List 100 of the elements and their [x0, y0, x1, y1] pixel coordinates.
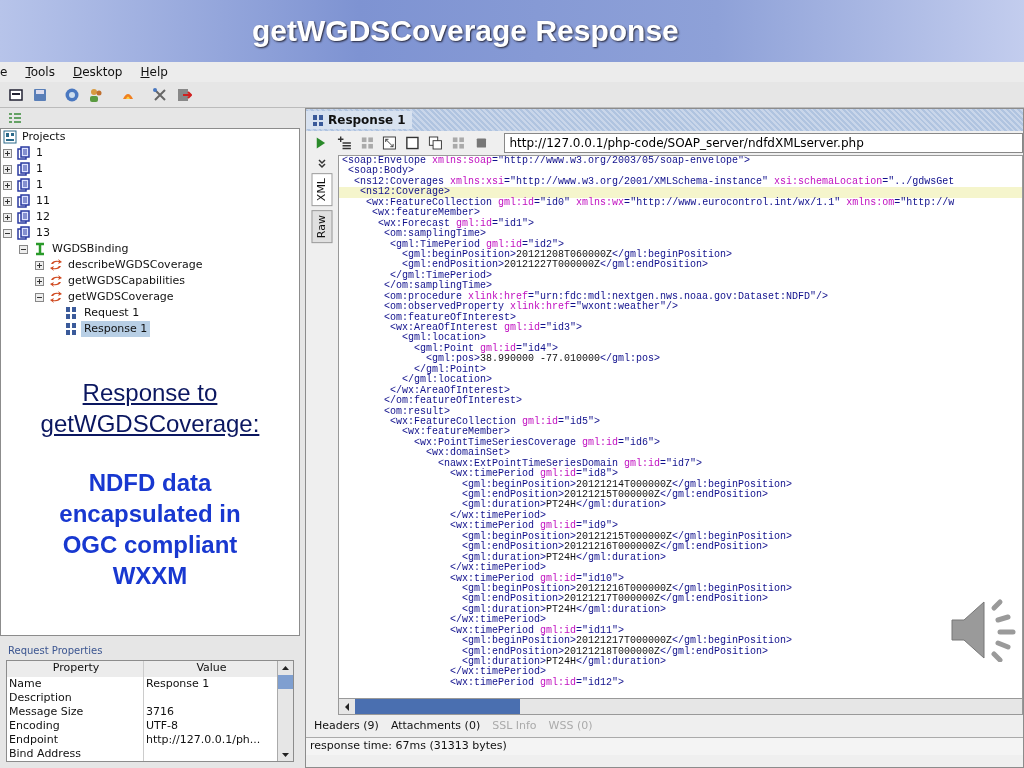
help-icon[interactable]	[64, 86, 80, 103]
menu-item[interactable]: Tools	[25, 63, 55, 81]
code-line: <om:result>	[383, 406, 451, 417]
tree-item[interactable]: getWGDSCoverage	[65, 289, 177, 305]
add-list-icon[interactable]	[336, 135, 352, 151]
code-line: <wx:timePeriod gml:id="id12">	[449, 677, 626, 689]
tree-item[interactable]: getWGDSCapabilities	[65, 273, 189, 289]
code-line: <nawx:ExtPointTimeSeriesDomain gml:id="id7">	[437, 458, 704, 469]
code-line: </om:samplingTime>	[383, 281, 493, 292]
code-line: <gml:TimePeriod gml:id="id2">	[390, 239, 566, 250]
save-icon[interactable]	[32, 86, 48, 103]
table-cell-text: 3716	[145, 705, 175, 719]
tree-item[interactable]: 12	[33, 209, 53, 225]
code-line: <wx:featureMember>	[401, 427, 511, 438]
scroll-bar[interactable]	[277, 661, 293, 761]
expand-icon[interactable]	[3, 164, 12, 174]
interface-icon	[33, 242, 47, 256]
code-line: <gml:pos>38.990000 -77.010000</gml:pos>	[425, 354, 662, 365]
speaker-icon[interactable]	[948, 598, 1018, 662]
document-icon	[17, 210, 31, 224]
exchange-icon	[49, 290, 63, 304]
code-line: <soap:Envelope xmlns:soap="http://www.w3.org/2003/05/soap-envelope">	[341, 156, 752, 167]
tools-icon[interactable]	[152, 86, 168, 103]
code-line: <wx:Forecast gml:id="id1">	[377, 218, 536, 229]
window-icon[interactable]	[8, 86, 24, 103]
tree-item[interactable]: WGDSBinding	[49, 241, 132, 257]
slide-text: NDFD data encapsulated in OGC compliant WXXM	[58, 468, 242, 591]
editor-tab[interactable]: Raw	[311, 210, 333, 244]
code-line: <wx:timePeriod gml:id="id9">	[449, 521, 620, 532]
code-line: <om:observedProperty xlink:href="wxont:weather"/>	[383, 302, 679, 313]
code-line: <gml:beginPosition>20121217T000000Z</gml:beginPosition>	[461, 636, 794, 647]
code-line: <gml:endPosition>20121227T000000Z</gml:endPosition>	[401, 260, 709, 271]
column-header[interactable]: Property	[7, 661, 144, 677]
code-line: </wx:timePeriod>	[449, 615, 547, 626]
code-line: <gml:beginPosition>20121214T000000Z</gml:beginPosition>	[461, 479, 794, 490]
table-cell: Description	[7, 691, 144, 705]
collapse-icon[interactable]	[19, 244, 28, 254]
tree-item[interactable]: 1	[33, 145, 46, 161]
column-header[interactable]: Value	[144, 661, 277, 677]
code-line: <gml:location>	[401, 333, 487, 344]
square-icon[interactable]	[405, 135, 420, 151]
url-field[interactable]: http://127.0.0.1/php-code/SOAP_server/ndfdXMLserver.php	[504, 133, 1023, 153]
resize-icon[interactable]	[382, 135, 398, 151]
expand-icon[interactable]	[3, 180, 12, 190]
code-line: <gml:duration>PT24H</gml:duration>	[461, 604, 668, 615]
exit-icon[interactable]	[176, 86, 192, 103]
menu-item[interactable]: Desktop	[72, 63, 123, 81]
tree-item[interactable]: describeWGDSCoverage	[65, 257, 206, 273]
menu-item[interactable]: e	[0, 63, 8, 81]
code-line: <wx:timePeriod gml:id="id8">	[449, 469, 620, 480]
code-line: </wx:timePeriod>	[449, 563, 547, 574]
table-cell: Encoding	[7, 719, 144, 733]
collapse-icon[interactable]	[35, 292, 44, 302]
code-line: <gml:duration>PT24H</gml:duration>	[461, 500, 667, 511]
tree-item[interactable]: 1	[33, 177, 46, 193]
code-line: <om:featureOfInterest>	[383, 312, 517, 323]
code-line: <gml:endPosition>20121218T000000Z</gml:endPosition>	[462, 646, 769, 657]
collapse-icon[interactable]	[318, 159, 326, 169]
code-line: <wx:domainSet>	[426, 448, 511, 459]
code-line: </gml:Point>	[413, 364, 487, 375]
editor-tab[interactable]: XML	[311, 173, 333, 207]
tree-item[interactable]: Projects	[19, 129, 69, 145]
tree-item[interactable]: 13	[33, 225, 53, 241]
tree-item[interactable]: Response 1	[81, 321, 151, 337]
exchange-icon	[49, 274, 63, 288]
tab[interactable]: Attachments (0)	[390, 717, 481, 735]
people-icon[interactable]	[88, 86, 104, 103]
menu-item[interactable]: Help	[140, 63, 168, 81]
code-editor[interactable]	[338, 155, 1023, 715]
tree-item[interactable]: 1	[33, 161, 46, 177]
collapse-icon[interactable]	[3, 228, 12, 238]
code-line: </wx:AreaOfInterest>	[390, 385, 511, 396]
code-line: </gml:location>	[401, 375, 493, 386]
table-cell: Endpoint	[7, 733, 144, 747]
status-text: response time: 67ms (31313 bytes)	[310, 738, 507, 755]
code-line: <ns12:Coverages xmlns:xsi="http://www.w3.org/2001/XMLSchema-instance" xsi:schemaLocation="../gdwsGet	[353, 176, 956, 187]
table-cell: Bind Address	[7, 747, 144, 761]
expand-icon[interactable]	[35, 260, 44, 270]
code-line: <gml:beginPosition>20121215T000000Z</gml:beginPosition>	[461, 531, 794, 542]
panel-title: Response 1	[306, 111, 412, 129]
expand-icon[interactable]	[3, 148, 12, 158]
slide-heading: Response to getWGDSCoverage:	[39, 378, 261, 439]
document-icon	[17, 178, 31, 192]
copy-icon[interactable]	[428, 135, 443, 151]
expand-icon[interactable]	[3, 212, 12, 222]
tree-item[interactable]: 11	[33, 193, 53, 209]
code-line: <gml:endPosition>20121217T000000Z</gml:endPosition>	[462, 594, 769, 605]
tab[interactable]: Headers (9)	[314, 717, 379, 735]
document-icon	[17, 146, 31, 160]
table-cell-text: UTF-8	[145, 719, 180, 733]
scroll-bar[interactable]	[339, 698, 1022, 714]
exchange-icon	[49, 258, 63, 272]
expand-icon[interactable]	[35, 276, 44, 286]
tree-item[interactable]: Request 1	[81, 305, 143, 321]
expand-icon[interactable]	[3, 196, 12, 206]
code-line: </gml:TimePeriod>	[390, 270, 493, 281]
code-line: <om:samplingTime>	[383, 229, 487, 240]
document-icon	[17, 194, 31, 208]
code-line: <wx:PointTimeSeriesCoverage gml:id="id6">	[413, 437, 662, 448]
document-icon	[17, 226, 31, 240]
